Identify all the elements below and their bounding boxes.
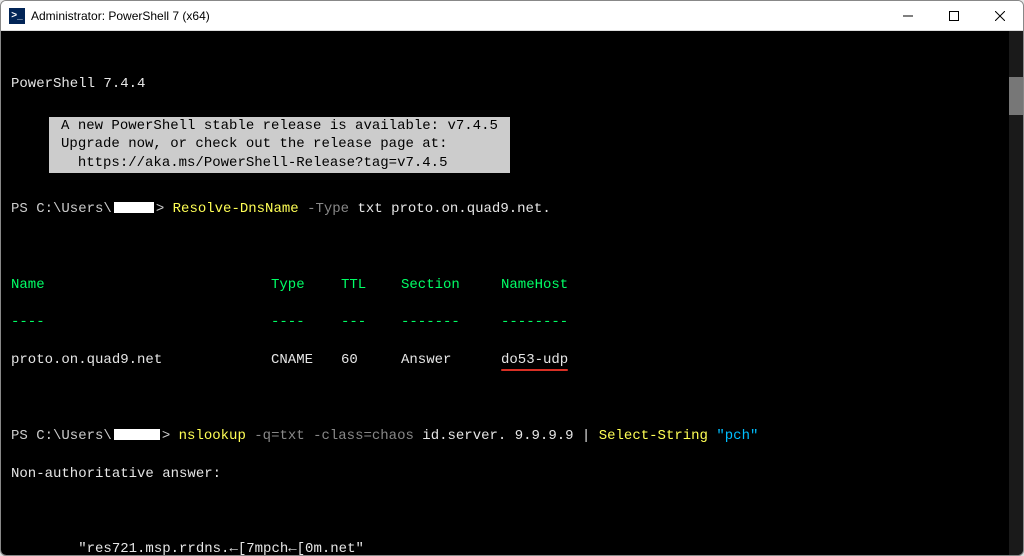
close-icon: [995, 11, 1005, 21]
cell-type: CNAME: [271, 351, 341, 370]
col-section: Section: [401, 276, 501, 295]
scrollbar[interactable]: [1009, 31, 1023, 555]
window-controls: [885, 1, 1023, 30]
flag-type: -Type: [299, 201, 349, 217]
command-line-1: PS C:\Users\> Resolve-DnsName -Type txt …: [11, 200, 1013, 219]
scrollbar-thumb[interactable]: [1009, 77, 1023, 115]
cell-ttl: 60: [341, 351, 401, 370]
col-namehost: NameHost: [501, 277, 568, 293]
terminal-area[interactable]: PowerShell 7.4.4 A new PowerShell stable…: [1, 31, 1023, 555]
update-line2: Upgrade now, or check out the release pa…: [53, 136, 456, 152]
cmdlet-select-string: Select-String: [590, 428, 716, 444]
update-line3: https://aka.ms/PowerShell-Release?tag=v7…: [53, 155, 456, 171]
redacted-user-2: [114, 429, 160, 440]
col-type: Type: [271, 276, 341, 295]
titlebar: >_ Administrator: PowerShell 7 (x64): [1, 1, 1023, 31]
cmdlet-resolve-dnsname: Resolve-DnsName: [173, 201, 299, 217]
cell-section: Answer: [401, 351, 501, 370]
close-button[interactable]: [977, 1, 1023, 30]
table-row: proto.on.quad9.netCNAME60Answerdo53-udp: [11, 351, 1013, 370]
table-dash-row: --------------------------: [11, 313, 1013, 332]
update-notice: A new PowerShell stable release is avail…: [49, 117, 511, 174]
version-line: PowerShell 7.4.4: [11, 75, 1013, 94]
answer-line: "res721.msp.rrdns.←[7mpch←[0m.net": [11, 540, 1013, 555]
window-title: Administrator: PowerShell 7 (x64): [31, 9, 210, 23]
powershell-icon: >_: [9, 8, 25, 24]
command-line-2: PS C:\Users\> nslookup -q=txt -class=cha…: [11, 427, 1013, 446]
dns-answer-text: "res721.msp.rrdns.←[7mpch←[0m.net": [78, 541, 364, 555]
prompt-1: PS C:\Users\: [11, 201, 112, 217]
cmd2-args: id.server. 9.9.9.9: [414, 428, 582, 444]
string-literal-pch: "pch": [716, 428, 758, 444]
minimize-button[interactable]: [885, 1, 931, 30]
flags-nslookup: -q=txt -class=chaos: [246, 428, 414, 444]
col-name: Name: [11, 276, 271, 295]
maximize-icon: [949, 11, 959, 21]
table-header-row: NameTypeTTLSectionNameHost: [11, 276, 1013, 295]
cmdlet-nslookup: nslookup: [179, 428, 246, 444]
cell-name: proto.on.quad9.net: [11, 351, 271, 370]
non-authoritative-label: Non-authoritative answer:: [11, 465, 1013, 484]
cmd1-args: txt proto.on.quad9.net.: [349, 201, 551, 217]
powershell-window: >_ Administrator: PowerShell 7 (x64) Pow…: [0, 0, 1024, 556]
col-ttl: TTL: [341, 276, 401, 295]
redacted-user-1: [114, 202, 154, 213]
minimize-icon: [903, 11, 913, 21]
maximize-button[interactable]: [931, 1, 977, 30]
prompt-2: PS C:\Users\: [11, 428, 112, 444]
cell-namehost: do53-udp: [501, 352, 568, 368]
update-line1: A new PowerShell stable release is avail…: [53, 118, 507, 134]
